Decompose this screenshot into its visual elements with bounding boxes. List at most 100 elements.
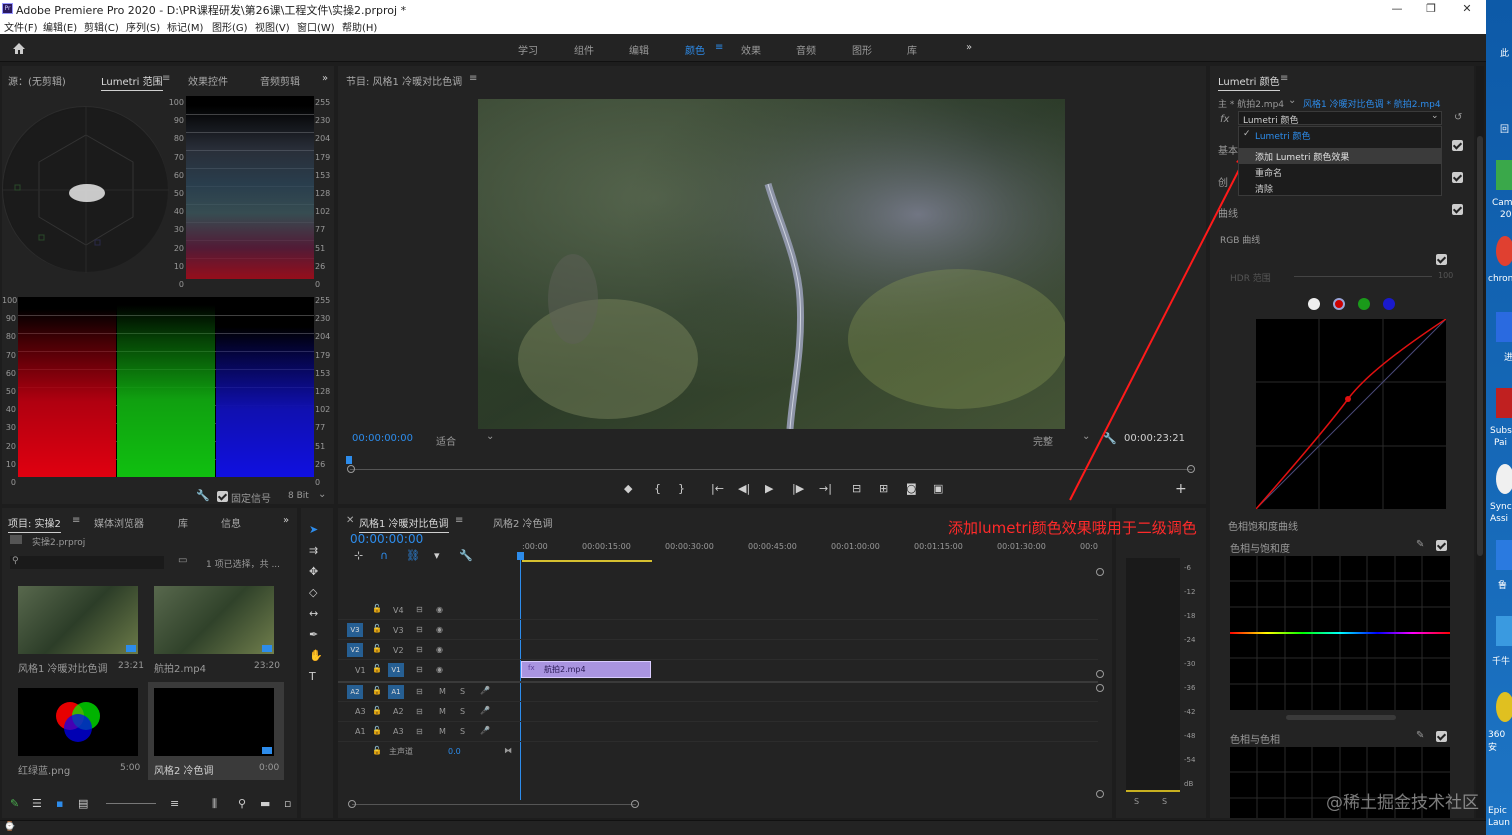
time-ruler[interactable]: :00:00 00:00:15:00 00:00:30:00 00:00:45:… xyxy=(522,538,1098,562)
icon-view-icon[interactable]: ▪ xyxy=(56,798,63,810)
add-marker-icon[interactable]: ◆ xyxy=(624,483,632,495)
eyedropper-hue-icon[interactable]: ✎ xyxy=(1416,730,1424,741)
tab-sequence-menu-icon[interactable]: ≡ xyxy=(455,515,463,526)
tab-effect-controls[interactable]: 效果控件 xyxy=(188,73,228,88)
hue-vs-hue-checkbox[interactable] xyxy=(1436,731,1447,742)
curve-channel-green[interactable] xyxy=(1358,298,1370,310)
tab-info[interactable]: 信息 xyxy=(221,515,241,530)
clip-aerial-2[interactable]: fx 航拍2.mp4 xyxy=(521,661,651,678)
thumbnail-rgb-image[interactable] xyxy=(18,688,138,756)
v1-sync-icon[interactable]: ⊟ xyxy=(416,665,423,674)
rgb-curve-graph[interactable] xyxy=(1255,318,1447,510)
workspace-more-icon[interactable]: » xyxy=(966,42,972,53)
playback-resolution-select[interactable]: 完整 xyxy=(1033,433,1053,448)
lift-icon[interactable]: ⊟ xyxy=(852,483,861,495)
thumbnail-sequence-1[interactable] xyxy=(18,586,138,654)
a2-mute-button[interactable]: M xyxy=(439,707,446,716)
master-clip-chevron-icon[interactable]: ⌄ xyxy=(1288,95,1296,106)
a2-mic-icon[interactable]: 🎤 xyxy=(480,706,490,715)
automate-icon[interactable]: ⫼ xyxy=(212,798,217,810)
v2-eye-icon[interactable]: ◉ xyxy=(436,645,443,654)
workspace-libraries[interactable]: 库 xyxy=(907,42,917,57)
track-a3-source[interactable]: A1 xyxy=(355,727,366,736)
add-marker-timeline-icon[interactable]: ▾ xyxy=(434,550,440,562)
a1-mute-button[interactable]: M xyxy=(439,687,446,696)
menu-graphics[interactable]: 图形(G) xyxy=(212,19,248,34)
new-item-icon[interactable]: ▫ xyxy=(284,798,291,810)
step-forward-icon[interactable]: |▶ xyxy=(792,483,804,495)
tab-project[interactable]: 项目: 实操2 xyxy=(8,515,61,533)
menu-window[interactable]: 窗口(W) xyxy=(297,19,335,34)
desktop-app-icon[interactable] xyxy=(1496,464,1512,494)
a1-lock-icon[interactable]: 🔓 xyxy=(372,686,382,695)
curve-channel-red[interactable] xyxy=(1333,298,1345,310)
step-back-icon[interactable]: ◀| xyxy=(738,483,750,495)
a1-mic-icon[interactable]: 🎤 xyxy=(480,686,490,695)
lumetri-menu-icon[interactable]: ≡ xyxy=(1280,73,1288,84)
workspace-editing[interactable]: 编辑 xyxy=(629,42,649,57)
find-icon[interactable]: ⚲ xyxy=(238,798,246,810)
curve-channel-luma[interactable] xyxy=(1308,298,1320,310)
track-scroll-top-icon[interactable] xyxy=(1096,568,1104,576)
hue-vs-sat-checkbox[interactable] xyxy=(1436,540,1447,551)
basic-enable-checkbox[interactable] xyxy=(1452,140,1463,151)
v2-lock-icon[interactable]: 🔓 xyxy=(372,644,382,653)
track-a1-target[interactable]: A1 xyxy=(388,685,404,699)
master-volume-value[interactable]: 0.0 xyxy=(448,747,461,756)
master-clip-label[interactable]: 主 * 航拍2.mp4 xyxy=(1218,97,1284,110)
master-lock-icon[interactable]: 🔓 xyxy=(372,746,382,755)
tab-scopes-menu-icon[interactable]: ≡ xyxy=(162,73,170,84)
new-bin-bottom-icon[interactable]: ▬ xyxy=(260,798,270,810)
playhead-marker[interactable] xyxy=(346,456,352,464)
zoom-scroll-left-handle[interactable] xyxy=(348,800,356,808)
eyedropper-icon[interactable]: ✎ xyxy=(1416,539,1424,550)
track-a2-source[interactable]: A3 xyxy=(355,707,366,716)
menu-help[interactable]: 帮助(H) xyxy=(342,19,377,34)
track-a1-source[interactable]: A2 xyxy=(347,685,363,699)
selection-tool-icon[interactable]: ➤ xyxy=(309,524,318,536)
program-menu-icon[interactable]: ≡ xyxy=(469,73,477,84)
a2-solo-button[interactable]: S xyxy=(460,707,465,716)
hand-tool-icon[interactable]: ✋ xyxy=(309,650,323,662)
track-divider-handle-icon[interactable] xyxy=(1096,670,1104,678)
workspace-menu-icon[interactable]: ≡ xyxy=(715,42,723,53)
v4-sync-icon[interactable]: ⊟ xyxy=(416,605,423,614)
fit-chevron-icon[interactable]: ⌄ xyxy=(486,431,494,442)
desktop-app-icon[interactable] xyxy=(1496,388,1512,418)
export-frame-camera-icon[interactable]: ◙ xyxy=(906,483,917,495)
project-search-input[interactable] xyxy=(10,556,164,569)
program-timecode[interactable]: 00:00:00:00 xyxy=(352,433,413,444)
timeline-zoom-scrollbar[interactable] xyxy=(352,804,636,805)
extract-icon[interactable]: ⊞ xyxy=(879,483,888,495)
menu-item-lumetri-color[interactable]: Lumetri 颜色 xyxy=(1255,129,1310,142)
tab-sequence-1[interactable]: 风格1 冷暖对比色调 xyxy=(359,515,449,533)
a3-lock-icon[interactable]: 🔓 xyxy=(372,726,382,735)
slip-tool-icon[interactable]: ↔ xyxy=(309,608,318,620)
menu-view[interactable]: 视图(V) xyxy=(255,19,290,34)
menu-file[interactable]: 文件(F) xyxy=(4,19,38,34)
workspace-graphics[interactable]: 图形 xyxy=(852,42,872,57)
pencil-icon[interactable]: ✎ xyxy=(10,798,19,810)
go-to-out-icon[interactable]: →| xyxy=(819,483,832,495)
menu-item-rename[interactable]: 重命名 xyxy=(1255,166,1282,179)
track-v1-target[interactable]: V1 xyxy=(388,663,404,677)
ripple-edit-tool-icon[interactable]: ✥ xyxy=(309,566,318,578)
track-v3-source[interactable]: V3 xyxy=(347,623,363,637)
audio-scroll-top-icon[interactable] xyxy=(1096,684,1104,692)
lumetri-panel-title[interactable]: Lumetri 颜色 xyxy=(1218,73,1280,91)
a3-solo-button[interactable]: S xyxy=(460,727,465,736)
desktop-app-icon[interactable] xyxy=(1496,160,1512,190)
timeline-timecode[interactable]: 00:00:00:00 xyxy=(350,532,423,546)
play-icon[interactable]: ▶ xyxy=(765,483,773,495)
tab-media-browser[interactable]: 媒体浏览器 xyxy=(94,515,144,530)
type-tool-icon[interactable]: T xyxy=(309,671,316,683)
curve-channel-blue[interactable] xyxy=(1383,298,1395,310)
comparison-view-icon[interactable]: ▣ xyxy=(933,483,943,495)
workspace-color[interactable]: 颜色 xyxy=(685,42,705,57)
menu-edit[interactable]: 编辑(E) xyxy=(43,19,77,34)
hue-graph-scrollbar[interactable] xyxy=(1286,715,1396,720)
new-bin-icon[interactable]: ▭ xyxy=(178,555,187,566)
menu-item-clear[interactable]: 清除 xyxy=(1255,182,1273,195)
tab-lumetri-scopes[interactable]: Lumetri 范围 xyxy=(101,73,163,91)
sort-icon[interactable]: ≡ xyxy=(170,798,179,810)
